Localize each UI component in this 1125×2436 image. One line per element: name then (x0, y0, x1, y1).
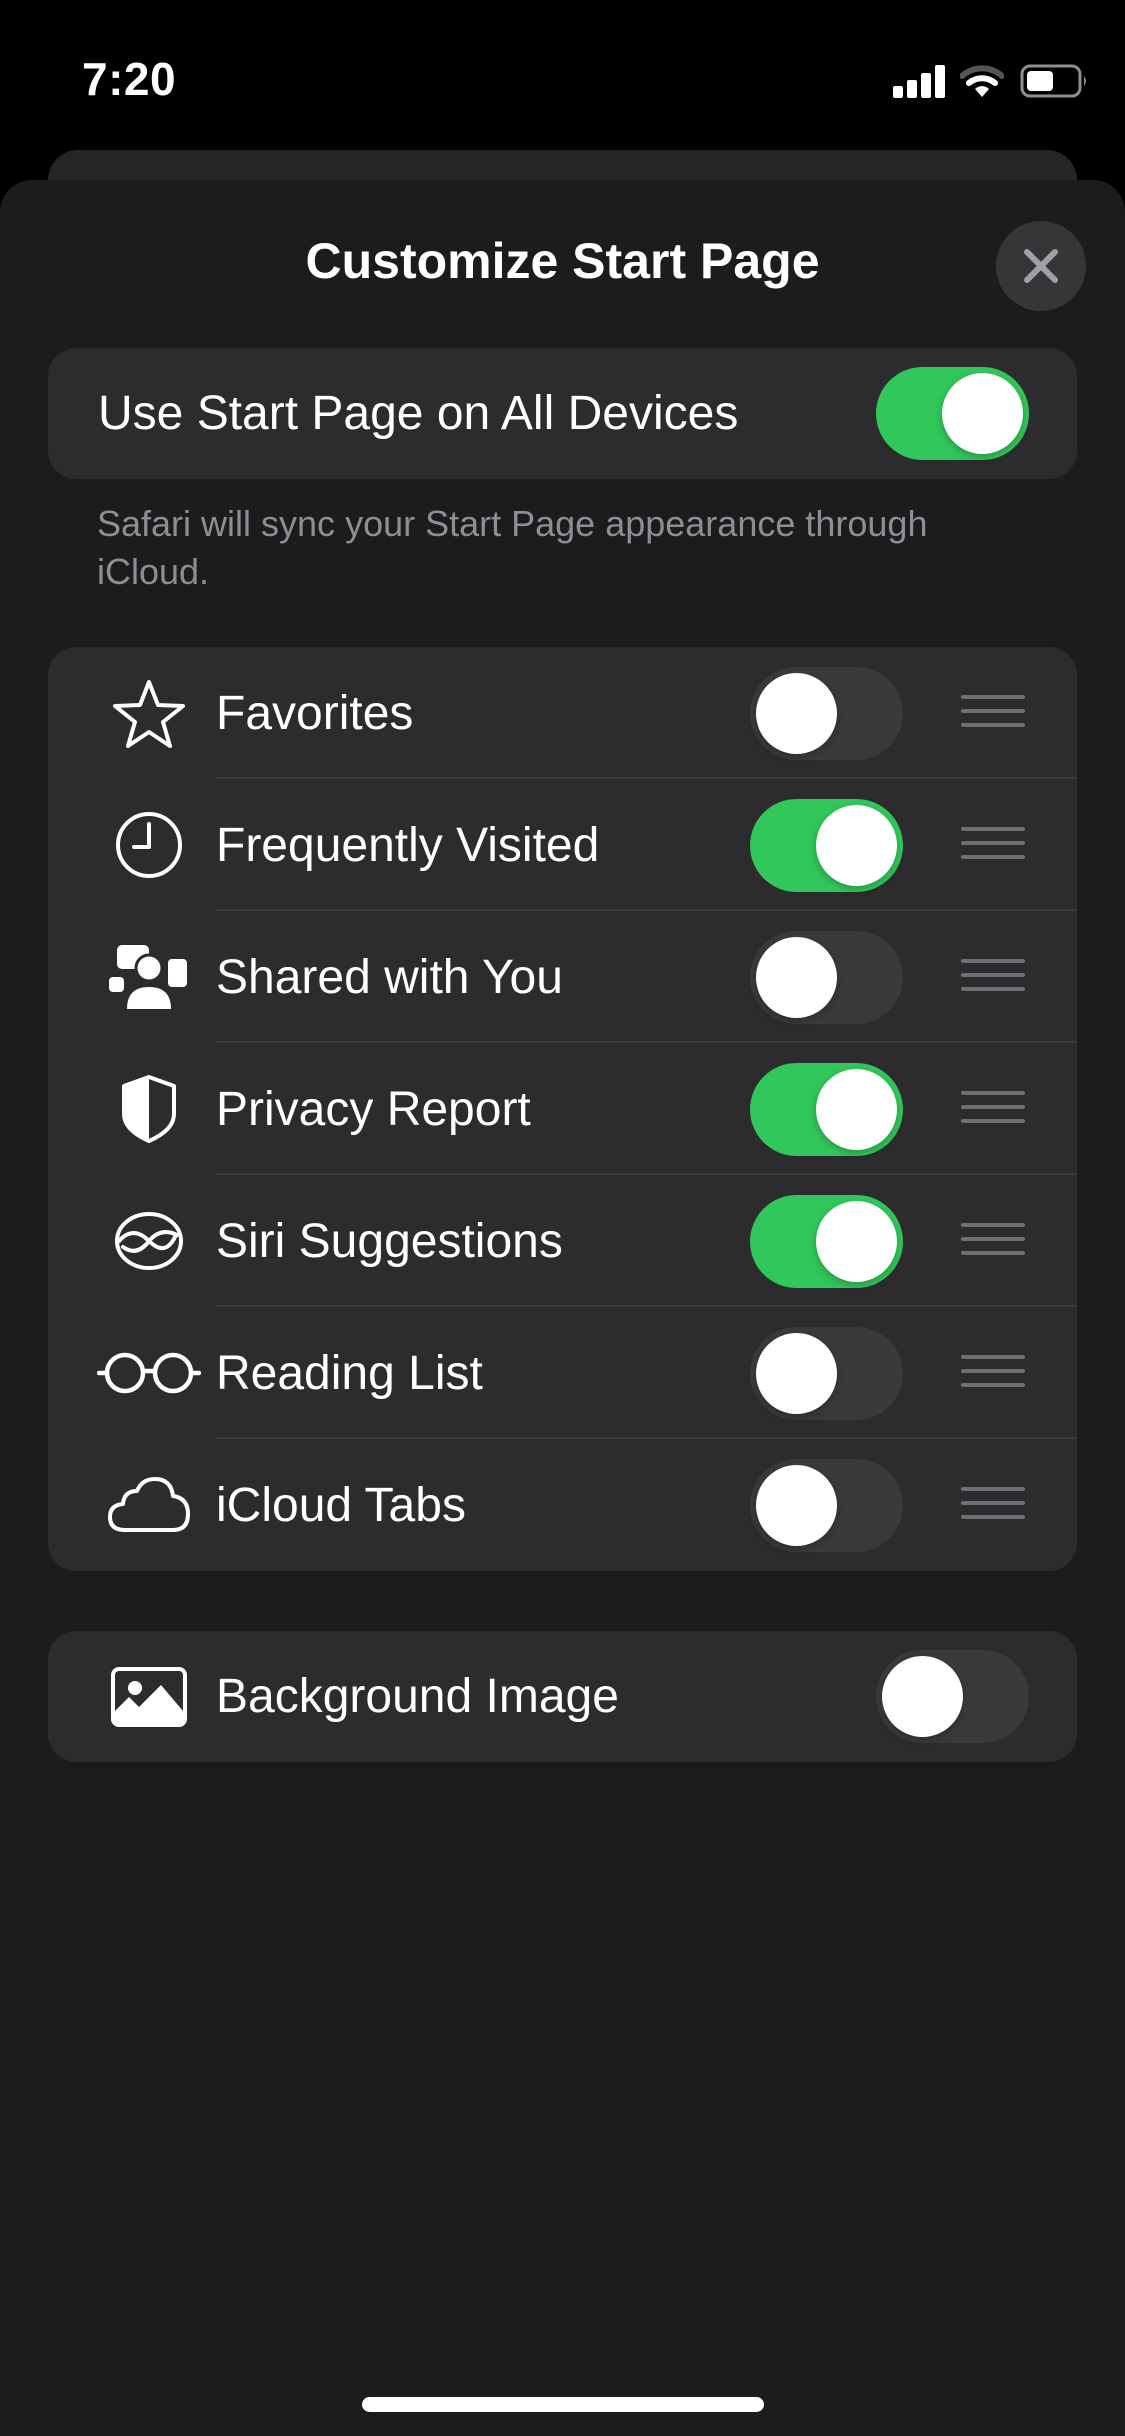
toggle-knob (756, 1333, 837, 1414)
section-label: Siri Suggestions (216, 1214, 563, 1268)
section-label: Privacy Report (216, 1082, 531, 1136)
section-label: Favorites (216, 686, 414, 740)
wifi-icon (960, 65, 1004, 97)
privacy-report-toggle[interactable] (750, 1063, 903, 1156)
shared-with-you-toggle[interactable] (750, 931, 903, 1024)
status-bar: 7:20 (0, 0, 1125, 140)
drag-handle[interactable] (961, 1091, 1025, 1127)
battery-icon (1020, 64, 1086, 98)
toggle-knob (816, 1069, 897, 1150)
shared-with-you-icon (96, 937, 202, 1017)
section-row-icloud-tabs: iCloud Tabs (48, 1439, 1077, 1571)
reading-list-toggle[interactable] (750, 1327, 903, 1420)
toggle-knob (756, 673, 837, 754)
section-label: Frequently Visited (216, 818, 600, 872)
background-image-toggle[interactable] (876, 1650, 1029, 1743)
xmark-icon (1024, 249, 1058, 283)
drag-handle[interactable] (961, 959, 1025, 995)
background-image-row: Background Image (48, 1631, 1077, 1762)
photo-icon (96, 1657, 202, 1737)
icloud-tabs-toggle[interactable] (750, 1459, 903, 1552)
drag-handle[interactable] (961, 1355, 1025, 1391)
siri-icon (96, 1201, 202, 1281)
clock-icon (96, 805, 202, 885)
sync-label: Use Start Page on All Devices (98, 387, 739, 440)
sections-list: Favorites Frequently Visited Shared with… (48, 647, 1077, 1571)
sync-footer-note: Safari will sync your Start Page appeara… (97, 503, 928, 592)
toggle-knob (816, 805, 897, 886)
sync-row: Use Start Page on All Devices (48, 348, 1077, 479)
cellular-signal-icon (893, 64, 945, 98)
section-row-reading-list: Reading List (48, 1307, 1077, 1439)
drag-handle[interactable] (961, 1487, 1025, 1523)
frequently-visited-toggle[interactable] (750, 799, 903, 892)
section-row-privacy-report: Privacy Report (48, 1043, 1077, 1175)
drag-handle[interactable] (961, 827, 1025, 863)
favorites-toggle[interactable] (750, 667, 903, 760)
cloud-icon (96, 1465, 202, 1545)
toggle-knob (756, 937, 837, 1018)
close-button[interactable] (996, 221, 1086, 311)
glasses-icon (96, 1333, 202, 1413)
toggle-knob (816, 1201, 897, 1282)
drag-handle[interactable] (961, 695, 1025, 731)
toggle-knob (756, 1465, 837, 1546)
section-row-siri-suggestions: Siri Suggestions (48, 1175, 1077, 1307)
sync-toggle[interactable] (876, 367, 1029, 460)
shield-icon (96, 1069, 202, 1149)
section-label: Reading List (216, 1346, 483, 1400)
home-indicator (362, 2397, 764, 2412)
section-row-frequently-visited: Frequently Visited (48, 779, 1077, 911)
toggle-knob (942, 373, 1023, 454)
background-image-card: Background Image (48, 1631, 1077, 1762)
status-time: 7:20 (82, 53, 177, 105)
drag-handle[interactable] (961, 1223, 1025, 1259)
sync-card: Use Start Page on All Devices (48, 348, 1077, 479)
star-icon (96, 673, 202, 753)
section-label: iCloud Tabs (216, 1478, 466, 1532)
section-row-shared-with-you: Shared with You (48, 911, 1077, 1043)
section-row-favorites: Favorites (48, 647, 1077, 779)
background-image-label: Background Image (216, 1670, 619, 1723)
sheet-title: Customize Start Page (305, 233, 820, 289)
section-label: Shared with You (216, 950, 563, 1004)
toggle-knob (882, 1656, 963, 1737)
siri-suggestions-toggle[interactable] (750, 1195, 903, 1288)
